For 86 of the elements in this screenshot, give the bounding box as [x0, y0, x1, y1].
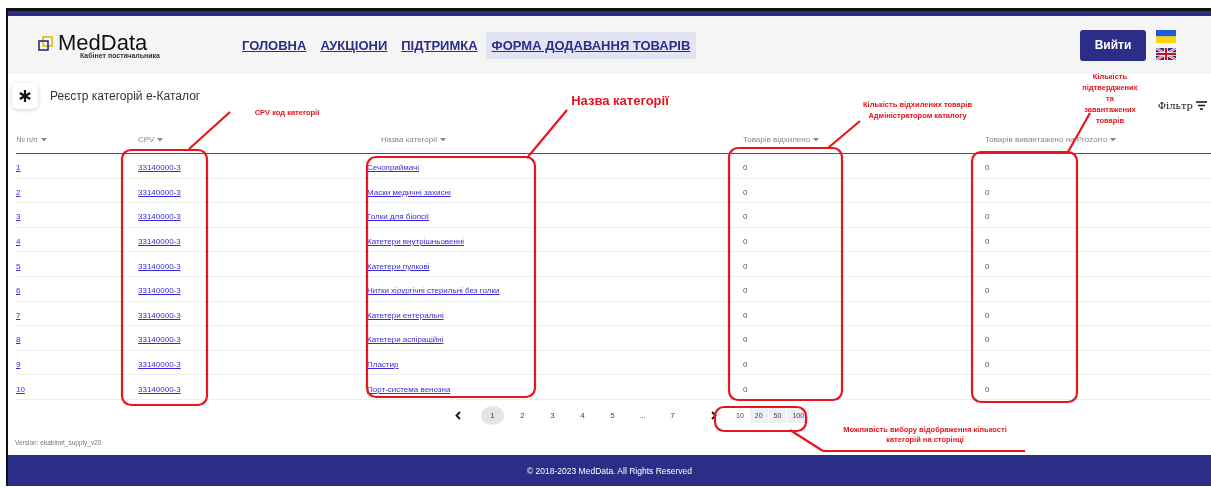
previous-page-icon[interactable]	[455, 410, 461, 420]
category-name-link[interactable]: Порт-система венозна	[367, 384, 451, 394]
category-name-link[interactable]: Катетери аспіраційні	[367, 335, 444, 345]
category-name-link[interactable]: Пластир	[367, 360, 399, 370]
row-number-link[interactable]: 3	[16, 212, 21, 222]
table-cell: 0	[985, 384, 990, 394]
category-name-link[interactable]: Катетери пупкові	[367, 261, 430, 271]
column-header[interactable]: Товарів відхилено	[743, 135, 811, 144]
leader-line	[827, 120, 861, 149]
filter-icon	[1196, 100, 1207, 110]
logo-icon	[38, 35, 54, 52]
cpv-code-link[interactable]: 33140000-3	[138, 187, 181, 197]
nav-link[interactable]: ПІДТРИМКА	[395, 31, 484, 59]
table-cell: 0	[985, 237, 990, 247]
nav-link[interactable]: ФОРМА ДОДАВАННЯ ТОВАРІВ	[485, 31, 697, 59]
sort-caret-icon[interactable]	[440, 137, 447, 142]
cpv-code-link[interactable]: 33140000-3	[138, 237, 181, 247]
cpv-code-link[interactable]: 33140000-3	[138, 286, 181, 296]
category-name-link[interactable]: Катетери ентеральні	[367, 310, 444, 320]
row-number-link[interactable]: 5	[16, 261, 21, 271]
table-cell: 0	[985, 163, 990, 173]
table-cell: 0	[985, 261, 990, 271]
page-button[interactable]: 3	[541, 405, 564, 425]
row-number-link[interactable]: 6	[16, 286, 21, 296]
nav-link[interactable]: АУКЦІОНИ	[314, 31, 394, 59]
category-name-link[interactable]: Голки для біопсії	[367, 212, 429, 222]
cpv-code-link[interactable]: 33140000-3	[138, 335, 181, 345]
row-number-link[interactable]: 8	[16, 335, 21, 345]
table-cell: 0	[985, 360, 990, 370]
table-cell: 0	[985, 212, 990, 222]
row-number-link[interactable]: 2	[16, 187, 21, 197]
ukraine-flag-icon[interactable]	[1156, 30, 1176, 43]
page-button[interactable]: 4	[571, 405, 594, 425]
page-button[interactable]: 7	[661, 405, 684, 425]
table-cell: 0	[743, 360, 748, 370]
row-number-link[interactable]: 10	[16, 384, 25, 394]
page-button[interactable]: ...	[631, 405, 654, 425]
category-name-link[interactable]: Катетери внутрішньовенні	[367, 237, 465, 247]
nav-link[interactable]: ГОЛОВНА	[236, 31, 313, 59]
column-header[interactable]: № п/п	[16, 135, 38, 144]
table-cell: 0	[743, 384, 748, 394]
next-page-icon[interactable]	[711, 410, 717, 420]
column-header[interactable]: Товарів вивантажено на Prozorro	[985, 135, 1108, 144]
cpv-code-link[interactable]: 33140000-3	[138, 163, 181, 173]
page-button[interactable]: 5	[601, 405, 624, 425]
table-cell: 0	[985, 335, 990, 345]
sort-caret-icon[interactable]	[157, 137, 164, 142]
table-cell: 0	[743, 261, 748, 271]
sort-caret-icon[interactable]	[1110, 137, 1117, 142]
table-cell: 0	[985, 187, 990, 197]
column-header[interactable]: Назва категорії	[381, 135, 438, 144]
page-button[interactable]: 1	[481, 405, 504, 425]
row-number-link[interactable]: 4	[16, 237, 21, 247]
annotation-text: Назва категорії	[570, 95, 670, 106]
table-cell: 0	[985, 286, 990, 296]
sort-caret-icon[interactable]	[813, 137, 820, 142]
cpv-code-link[interactable]: 33140000-3	[138, 212, 181, 222]
table-cell: 0	[743, 310, 748, 320]
category-name-link[interactable]: Сечоприймачі	[367, 163, 419, 173]
asterisk-icon	[12, 83, 38, 109]
category-name-link[interactable]: Маски медичні захисні	[367, 187, 451, 197]
copyright-text: © 2018-2023 MedData. All Rights Reserved	[527, 465, 692, 476]
logout-button[interactable]: Вийти	[1080, 29, 1146, 61]
page-title: Реєстр категорій е-Каталог	[50, 89, 201, 103]
page-button[interactable]: 2	[511, 405, 534, 425]
table-cell: 0	[743, 237, 748, 247]
table-cell: 0	[743, 187, 748, 197]
table-cell: 0	[743, 335, 748, 345]
table-cell: 0	[985, 310, 990, 320]
row-number-link[interactable]: 1	[16, 163, 21, 173]
row-number-link[interactable]: 7	[16, 310, 21, 320]
cpv-code-link[interactable]: 33140000-3	[138, 384, 181, 394]
cpv-code-link[interactable]: 33140000-3	[138, 360, 181, 370]
category-name-link[interactable]: Нитки хірургічні стерильні без голки	[367, 286, 500, 296]
table-cell: 0	[743, 286, 748, 296]
uk-flag-icon[interactable]	[1156, 48, 1176, 60]
cpv-code-link[interactable]: 33140000-3	[138, 310, 181, 320]
table-cell: 0	[743, 163, 748, 173]
leader-line	[526, 109, 568, 159]
cpv-code-link[interactable]: 33140000-3	[138, 261, 181, 271]
filter-button[interactable]: Фільтр	[1157, 99, 1207, 111]
leader-line	[188, 111, 231, 150]
sort-caret-icon[interactable]	[40, 137, 47, 142]
table-cell: 0	[743, 212, 748, 222]
row-number-link[interactable]: 9	[16, 360, 21, 370]
column-header[interactable]: CPV	[138, 135, 155, 144]
